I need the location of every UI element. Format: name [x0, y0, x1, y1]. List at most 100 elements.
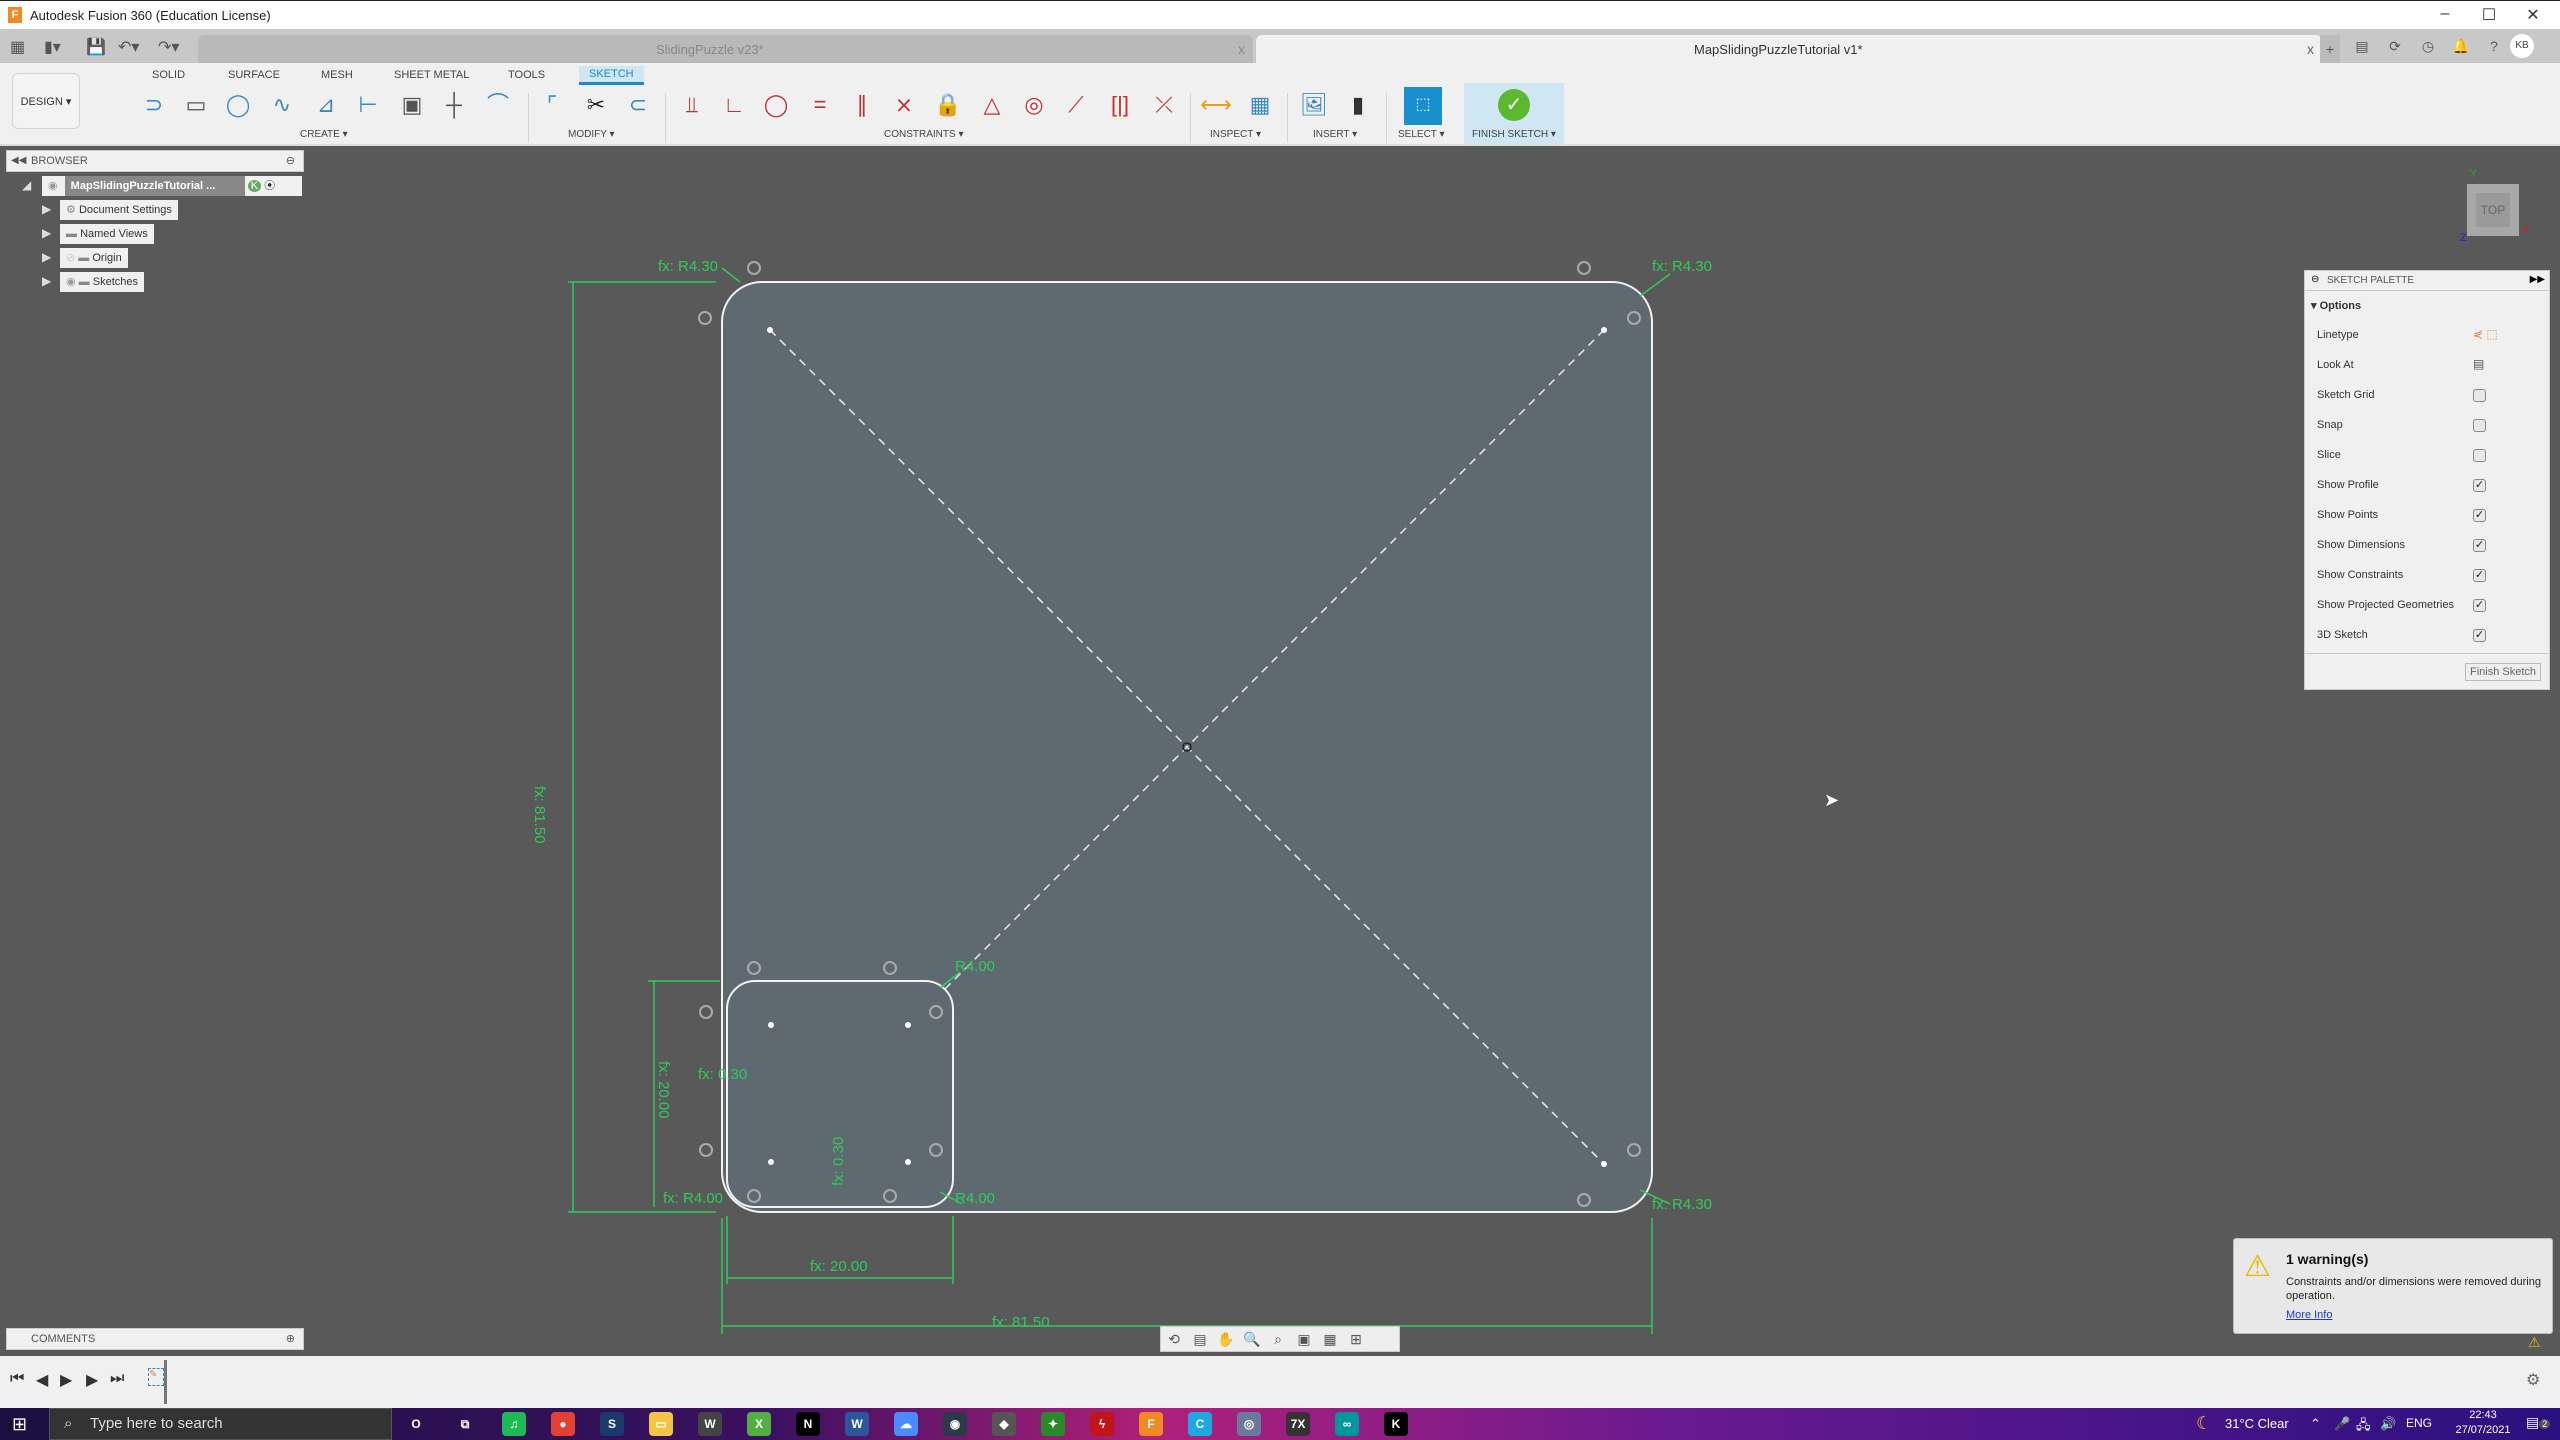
fillet-tool-icon[interactable]: ⌜ [534, 87, 570, 123]
show-profile-checkbox[interactable]: ✓ [2473, 479, 2486, 492]
parallel-constraint-icon[interactable]: ∥ [844, 87, 880, 123]
collapse-panel-icon[interactable]: ◀◀ [11, 155, 26, 166]
add-comment-icon[interactable]: ⊕ [286, 1332, 295, 1345]
expand-arrow-icon[interactable]: ▶ [42, 274, 51, 288]
dimension-label[interactable]: fx: 20.00 [655, 1061, 672, 1119]
modify-menu[interactable]: MODIFY ▾ [568, 129, 615, 140]
tab-solid[interactable]: SOLID [152, 69, 185, 81]
look-at-icon[interactable]: ▤ [2473, 357, 2484, 371]
tab-mapslidingpuzzle[interactable]: MapSlidingPuzzleTutorial v1* x [1256, 35, 2322, 63]
weather-text[interactable]: 31°C Clear [2225, 1416, 2289, 1431]
windows-start-icon[interactable]: ⊞ [12, 1414, 27, 1435]
browser-item-document-settings[interactable]: ⚙ Document Settings [60, 200, 178, 220]
visibility-icon[interactable]: ◉ [66, 276, 76, 288]
dimension-label[interactable]: fx: 81.50 [992, 1314, 1050, 1331]
point-tool-icon[interactable]: ┼ [436, 87, 472, 123]
language-indicator[interactable]: ENG [2406, 1416, 2432, 1430]
tray-overflow-icon[interactable]: ⌃ [2310, 1416, 2321, 1432]
finish-sketch-button[interactable]: ✓ FINISH SKETCH ▾ [1464, 83, 1564, 145]
3d-sketch-checkbox[interactable]: ✓ [2473, 629, 2486, 642]
show-projected-geometries-checkbox[interactable]: ✓ [2473, 599, 2486, 612]
taskbar-app-witcher-icon[interactable]: W [698, 1412, 722, 1436]
taskbar-app-word-icon[interactable]: W [845, 1412, 869, 1436]
timeline-marker[interactable] [164, 1360, 167, 1404]
taskbar-app-arduino-icon[interactable]: ∞ [1335, 1412, 1359, 1436]
step-forward-button[interactable]: ▶ [86, 1370, 98, 1390]
triangle-constraint-icon[interactable]: △ [974, 87, 1010, 123]
pan-hand-icon[interactable]: ✋ [1213, 1327, 1239, 1351]
spline-tool-icon[interactable]: ∿ [264, 87, 300, 123]
show-constraints-checkbox[interactable]: ✓ [2473, 569, 2486, 582]
perpendicular-constraint-icon[interactable]: ∟ [716, 87, 752, 123]
fit-icon[interactable]: ⌕ [1265, 1327, 1291, 1351]
dimension-label[interactable]: fx: 81.50 [531, 786, 548, 844]
browser-item-origin[interactable]: ⊘ ▬ Origin [60, 248, 128, 268]
tab-mesh[interactable]: MESH [321, 69, 353, 81]
timeline-settings-icon[interactable]: ⚙ [2526, 1370, 2540, 1390]
activate-icon[interactable]: ⦿ [264, 180, 275, 192]
equal-constraint-icon[interactable]: = [802, 87, 838, 123]
pin-icon[interactable]: ⊖ [2311, 274, 2319, 285]
zoom-icon[interactable]: 🔍 [1239, 1327, 1265, 1351]
user-avatar[interactable]: KB [2510, 34, 2534, 58]
orbit-icon[interactable]: ⟲ [1161, 1327, 1187, 1351]
insert-image-icon[interactable]: 🖼 [1296, 87, 1332, 123]
display-settings-icon[interactable]: ▣ [1291, 1327, 1317, 1351]
expand-panel-icon[interactable]: ▶▶ [2530, 274, 2545, 285]
taskbar-app-chrome-icon[interactable]: ● [551, 1412, 575, 1436]
expand-arrow-icon[interactable]: ▶ [42, 226, 51, 240]
workspace-design-button[interactable]: DESIGN ▾ [12, 73, 80, 129]
expand-arrow-icon[interactable]: ▶ [42, 250, 51, 264]
dimension-label[interactable]: fx: R4.30 [1652, 258, 1712, 275]
look-at-icon[interactable]: ▤ [1187, 1327, 1213, 1351]
tab-slidingpuzzle[interactable]: SlidingPuzzle v23* x [198, 35, 1253, 63]
taskbar-app-xbox-game-icon[interactable]: ✦ [1041, 1412, 1065, 1436]
insert-menu[interactable]: INSERT ▾ [1313, 129, 1357, 140]
warning-indicator-icon[interactable]: ⚠ [2528, 1334, 2541, 1351]
taskbar-app-steam-icon[interactable]: S [600, 1412, 624, 1436]
taskbar-app-netflix-icon[interactable]: N [796, 1412, 820, 1436]
visibility-icon[interactable]: ◉ [48, 180, 58, 192]
sketch-feature-icon[interactable]: ✎ [148, 1368, 164, 1386]
go-to-end-button[interactable]: ⏭ [110, 1370, 124, 1388]
history-icon[interactable]: ◷ [2418, 36, 2438, 56]
offset-tool-icon[interactable]: ⊂ [620, 87, 656, 123]
tab-surface[interactable]: SURFACE [228, 69, 280, 81]
expand-arrow-icon[interactable]: ▶ [42, 202, 51, 216]
polygon-tool-icon[interactable]: ▣ [394, 87, 430, 123]
notification-center-icon[interactable]: ▤ 2 [2526, 1414, 2551, 1431]
taskbar-app-xbox-icon[interactable]: X [747, 1412, 771, 1436]
insert-mcmaster-icon[interactable]: ▮ [1340, 87, 1376, 123]
new-tab-button[interactable]: + [2320, 35, 2340, 63]
arc-tool-icon[interactable]: ⌒ [480, 87, 516, 123]
volume-icon[interactable]: 🔊 [2380, 1416, 2396, 1432]
app-grid-icon[interactable]: ▦ [10, 37, 25, 57]
slice-checkbox[interactable] [2473, 449, 2486, 462]
clock[interactable]: 22:43 27/07/2021 [2448, 1408, 2518, 1438]
network-icon[interactable]: 🖧 [2356, 1416, 2371, 1438]
taskbar-app-app-dark-icon[interactable]: ◆ [992, 1412, 1016, 1436]
taskbar-search-input[interactable]: ⌕ Type here to search [49, 1408, 392, 1440]
sketch-grid-checkbox[interactable] [2473, 389, 2486, 402]
dimension-label[interactable]: fx: 20.00 [810, 1258, 868, 1275]
interference-icon[interactable]: ▦ [1242, 87, 1278, 123]
taskbar-app-camera-icon[interactable]: ◎ [1237, 1412, 1261, 1436]
minimize-button[interactable]: – [2430, 5, 2460, 23]
show-dimensions-checkbox[interactable]: ✓ [2473, 539, 2486, 552]
step-back-button[interactable]: ◀ [36, 1370, 48, 1390]
mirror-tool-icon[interactable]: ⊿ [308, 87, 344, 123]
inspect-menu[interactable]: INSPECT ▾ [1210, 129, 1261, 140]
sketch-canvas[interactable] [0, 146, 2560, 1356]
close-tab-icon[interactable]: x [2307, 41, 2314, 57]
browser-item-named-views[interactable]: ▬ Named Views [60, 224, 154, 244]
select-menu[interactable]: SELECT ▾ [1398, 129, 1445, 140]
taskbar-app-flash-icon[interactable]: ϟ [1090, 1412, 1114, 1436]
fix-constraint-icon[interactable]: ⫫ [674, 87, 710, 123]
dimension-label[interactable]: R4.00 [955, 958, 995, 975]
redo-icon[interactable]: ↷▾ [158, 37, 179, 57]
taskbar-app-cloud-icon[interactable]: ☁ [894, 1412, 918, 1436]
taskbar-app-fx-icon[interactable]: 7X [1286, 1412, 1310, 1436]
concentric-constraint-icon[interactable]: ◎ [1016, 87, 1052, 123]
save-icon[interactable]: 💾 [86, 37, 106, 57]
tab-tools[interactable]: TOOLS [508, 69, 545, 81]
